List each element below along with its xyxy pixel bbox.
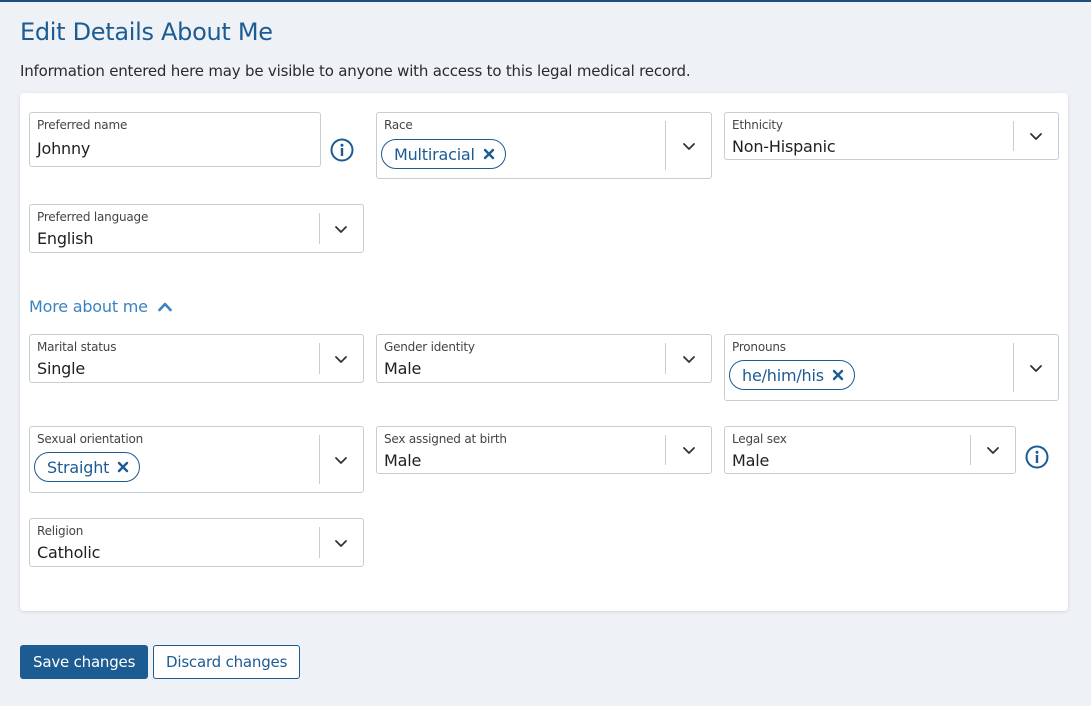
close-icon[interactable] [117, 461, 129, 473]
race-field[interactable]: Race Multiracial [376, 112, 712, 179]
info-circle-icon[interactable] [330, 138, 354, 162]
preferred-name-field[interactable]: Preferred name Johnny [29, 112, 321, 167]
dropdown-divider [319, 213, 320, 244]
chevron-down-icon[interactable] [681, 351, 697, 367]
chevron-up-icon [158, 302, 172, 311]
chevron-down-icon[interactable] [1028, 128, 1044, 144]
preferred-language-field[interactable]: Preferred language English [29, 204, 364, 253]
marital-status-field[interactable]: Marital status Single [29, 334, 364, 383]
preferred-name-value: Johnny [37, 139, 91, 158]
chevron-down-icon[interactable] [333, 452, 349, 468]
marital-status-value: Single [37, 359, 85, 378]
chevron-down-icon[interactable] [333, 535, 349, 551]
chevron-down-icon[interactable] [333, 351, 349, 367]
more-about-me-toggle[interactable]: More about me [29, 297, 173, 316]
sex-assigned-at-birth-field[interactable]: Sex assigned at birth Male [376, 426, 712, 474]
race-label: Race [384, 118, 413, 132]
gender-identity-value: Male [384, 359, 422, 378]
dropdown-divider [319, 343, 320, 374]
dropdown-divider [1013, 121, 1014, 151]
chevron-down-icon[interactable] [681, 442, 697, 458]
ethnicity-field[interactable]: Ethnicity Non-Hispanic [724, 112, 1059, 160]
chevron-down-icon[interactable] [985, 442, 1001, 458]
discard-changes-button[interactable]: Discard changes [153, 645, 301, 679]
close-icon[interactable] [832, 369, 844, 381]
pronouns-chip[interactable]: he/him/his [729, 360, 855, 390]
preferred-language-value: English [37, 229, 94, 248]
more-about-me-label: More about me [29, 297, 148, 316]
ethnicity-label: Ethnicity [732, 118, 783, 132]
gender-identity-field[interactable]: Gender identity Male [376, 334, 712, 383]
sexual-orientation-label: Sexual orientation [37, 432, 144, 446]
religion-value: Catholic [37, 543, 101, 562]
religion-label: Religion [37, 524, 84, 538]
legal-sex-field[interactable]: Legal sex Male [724, 426, 1016, 474]
pronouns-field[interactable]: Pronouns he/him/his [724, 334, 1059, 401]
page-subtitle: Information entered here may be visible … [20, 62, 691, 80]
dropdown-divider [665, 121, 666, 170]
details-card: Preferred name Johnny Race Multiracial E… [20, 93, 1068, 611]
dropdown-divider [1013, 343, 1014, 392]
sexual-orientation-field[interactable]: Sexual orientation Straight [29, 426, 364, 493]
info-circle-icon[interactable] [1025, 445, 1049, 469]
race-chip-label: Multiracial [394, 144, 475, 164]
save-changes-button[interactable]: Save changes [20, 645, 149, 679]
close-icon[interactable] [483, 148, 495, 160]
pronouns-label: Pronouns [732, 340, 786, 354]
marital-status-label: Marital status [37, 340, 117, 354]
legal-sex-label: Legal sex [732, 432, 787, 446]
sex-assigned-at-birth-label: Sex assigned at birth [384, 432, 507, 446]
dropdown-divider [319, 527, 320, 558]
dropdown-divider [970, 435, 971, 465]
sex-assigned-at-birth-value: Male [384, 451, 422, 470]
chevron-down-icon[interactable] [1028, 360, 1044, 376]
pronouns-chip-label: he/him/his [742, 365, 824, 385]
sexual-orientation-chip-label: Straight [47, 457, 110, 477]
gender-identity-label: Gender identity [384, 340, 475, 354]
chevron-down-icon[interactable] [681, 138, 697, 154]
legal-sex-value: Male [732, 451, 770, 470]
race-chip[interactable]: Multiracial [381, 139, 506, 169]
ethnicity-value: Non-Hispanic [732, 137, 836, 156]
religion-field[interactable]: Religion Catholic [29, 518, 364, 567]
page-title: Edit Details About Me [20, 18, 273, 46]
preferred-name-label: Preferred name [37, 118, 128, 132]
chevron-down-icon[interactable] [333, 221, 349, 237]
dropdown-divider [319, 435, 320, 484]
dropdown-divider [665, 435, 666, 465]
preferred-language-label: Preferred language [37, 210, 149, 224]
dropdown-divider [665, 343, 666, 374]
sexual-orientation-chip[interactable]: Straight [34, 452, 141, 482]
